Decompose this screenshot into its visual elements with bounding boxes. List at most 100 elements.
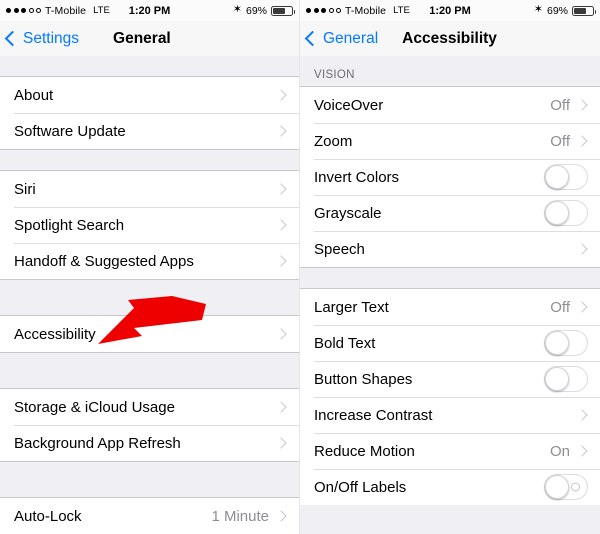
back-button-settings[interactable]: Settings <box>0 30 79 48</box>
list-item-grayscale[interactable]: Grayscale <box>300 195 600 231</box>
list-item[interactable]: Background App Refresh <box>0 425 299 461</box>
bluetooth-icon: ✶ <box>533 3 543 16</box>
list-item-label: Invert Colors <box>314 168 400 186</box>
list-item-label: Increase Contrast <box>314 406 433 424</box>
nav-bar-right: General Accessibility <box>300 21 600 57</box>
list-item-label: Speech <box>314 240 365 258</box>
list-item-value: On <box>549 442 570 460</box>
list-item-label: Zoom <box>314 132 353 150</box>
chevron-right-icon <box>275 89 287 101</box>
page-title: Accessibility <box>402 29 497 47</box>
settings-group-1: About Software Update <box>0 76 299 150</box>
chevron-right-icon <box>576 243 588 255</box>
chevron-right-icon <box>275 125 287 137</box>
list-item-button-shapes[interactable]: Button Shapes <box>300 361 600 397</box>
invert-colors-toggle[interactable] <box>544 164 588 190</box>
list-item-increase-contrast[interactable]: Increase Contrast <box>300 397 600 433</box>
battery-icon <box>572 5 596 16</box>
status-bar-right-area: ✶ 69% <box>533 3 600 17</box>
chevron-right-icon <box>275 401 287 413</box>
group-spacer <box>0 280 299 315</box>
list-item-speech[interactable]: Speech <box>300 231 600 267</box>
back-button-label: General <box>323 29 379 47</box>
list-item[interactable]: Spotlight Search <box>0 207 299 243</box>
nav-bar-left: Settings General <box>0 21 299 57</box>
settings-group-vision: VoiceOver Off Zoom Off Invert Colors Gra… <box>300 86 600 268</box>
status-bar-right: T-Mobile LTE 1:20 PM ✶ 69% <box>300 0 600 21</box>
status-bar-left: T-Mobile LTE 1:20 PM ✶ 69% <box>0 0 299 21</box>
signal-strength-icon <box>6 8 41 13</box>
bold-text-toggle[interactable] <box>544 330 588 356</box>
carrier-name: T-Mobile <box>45 4 87 17</box>
list-item-label: Storage & iCloud Usage <box>14 398 175 416</box>
group-spacer <box>0 56 299 76</box>
list-item-label: Grayscale <box>314 204 382 222</box>
list-item[interactable]: About <box>0 77 299 113</box>
list-item-label: Siri <box>14 180 36 198</box>
chevron-right-icon <box>576 445 588 457</box>
list-item-invert-colors[interactable]: Invert Colors <box>300 159 600 195</box>
right-phone-screen-accessibility: T-Mobile LTE 1:20 PM ✶ 69% General Acces… <box>299 0 600 534</box>
group-spacer <box>0 150 299 170</box>
list-item[interactable]: Software Update <box>0 113 299 149</box>
list-item-voiceover[interactable]: VoiceOver Off <box>300 87 600 123</box>
chevron-right-icon <box>275 219 287 231</box>
list-item[interactable]: Storage & iCloud Usage <box>0 389 299 425</box>
chevron-right-icon <box>576 135 588 147</box>
onoff-labels-toggle[interactable] <box>544 474 588 500</box>
chevron-right-icon <box>275 255 287 267</box>
list-item-onoff-labels[interactable]: On/Off Labels <box>300 469 600 505</box>
chevron-right-icon <box>576 409 588 421</box>
settings-group-5: Auto-Lock 1 Minute Restrictions On <box>0 497 299 534</box>
chevron-left-icon <box>304 30 321 47</box>
battery-percent: 69% <box>245 4 267 17</box>
list-item-zoom[interactable]: Zoom Off <box>300 123 600 159</box>
settings-group-text: Larger Text Off Bold Text Button Shapes … <box>300 288 600 505</box>
list-item[interactable]: Handoff & Suggested Apps <box>0 243 299 279</box>
chevron-right-icon <box>275 510 287 522</box>
group-spacer <box>300 268 600 288</box>
list-item-bold-text[interactable]: Bold Text <box>300 325 600 361</box>
group-spacer <box>0 353 299 388</box>
page-title: General <box>113 29 171 47</box>
chevron-right-icon <box>275 183 287 195</box>
button-shapes-toggle[interactable] <box>544 366 588 392</box>
list-item-reduce-motion[interactable]: Reduce Motion On <box>300 433 600 469</box>
section-header-vision: VISION <box>300 56 600 86</box>
left-phone-screen-general: T-Mobile LTE 1:20 PM ✶ 69% Settings Gene… <box>0 0 299 534</box>
chevron-left-icon <box>4 30 21 47</box>
group-spacer <box>0 462 299 497</box>
list-item-label: Larger Text <box>314 298 389 316</box>
grayscale-toggle[interactable] <box>544 200 588 226</box>
chevron-right-icon <box>275 328 287 340</box>
status-bar-right-area: ✶ 69% <box>232 3 299 17</box>
list-item-label: Auto-Lock <box>14 507 82 525</box>
list-item-value: Off <box>550 96 570 114</box>
settings-group-2: Siri Spotlight Search Handoff & Suggeste… <box>0 170 299 280</box>
list-item-label: Accessibility <box>14 325 96 343</box>
network-type: LTE <box>93 5 110 16</box>
list-item-larger-text[interactable]: Larger Text Off <box>300 289 600 325</box>
list-item-value: Off <box>550 298 570 316</box>
back-button-label: Settings <box>23 29 80 47</box>
off-label-circle-icon <box>571 482 580 492</box>
list-item[interactable]: Auto-Lock 1 Minute <box>0 498 299 534</box>
settings-list-general[interactable]: About Software Update Siri Spotlight Sea… <box>0 56 299 534</box>
list-item-label: On/Off Labels <box>314 478 407 496</box>
list-item-label: VoiceOver <box>314 96 384 114</box>
status-bar-carrier-area: T-Mobile LTE <box>0 5 110 17</box>
status-bar-carrier-area: T-Mobile LTE <box>300 5 410 17</box>
signal-strength-icon <box>306 8 341 13</box>
bluetooth-icon: ✶ <box>232 3 242 16</box>
list-item-accessibility[interactable]: Accessibility <box>0 316 299 352</box>
list-item-label: Background App Refresh <box>14 434 181 452</box>
list-item-label: Button Shapes <box>314 370 413 388</box>
list-item[interactable]: Siri <box>0 171 299 207</box>
back-button-general[interactable]: General <box>300 30 378 48</box>
list-item-label: About <box>14 86 54 104</box>
list-item-label: Bold Text <box>314 334 376 352</box>
carrier-name: T-Mobile <box>345 4 387 17</box>
list-item-label: Reduce Motion <box>314 442 415 460</box>
chevron-right-icon <box>576 99 588 111</box>
settings-list-accessibility[interactable]: VISION VoiceOver Off Zoom Off Invert Col… <box>300 56 600 534</box>
